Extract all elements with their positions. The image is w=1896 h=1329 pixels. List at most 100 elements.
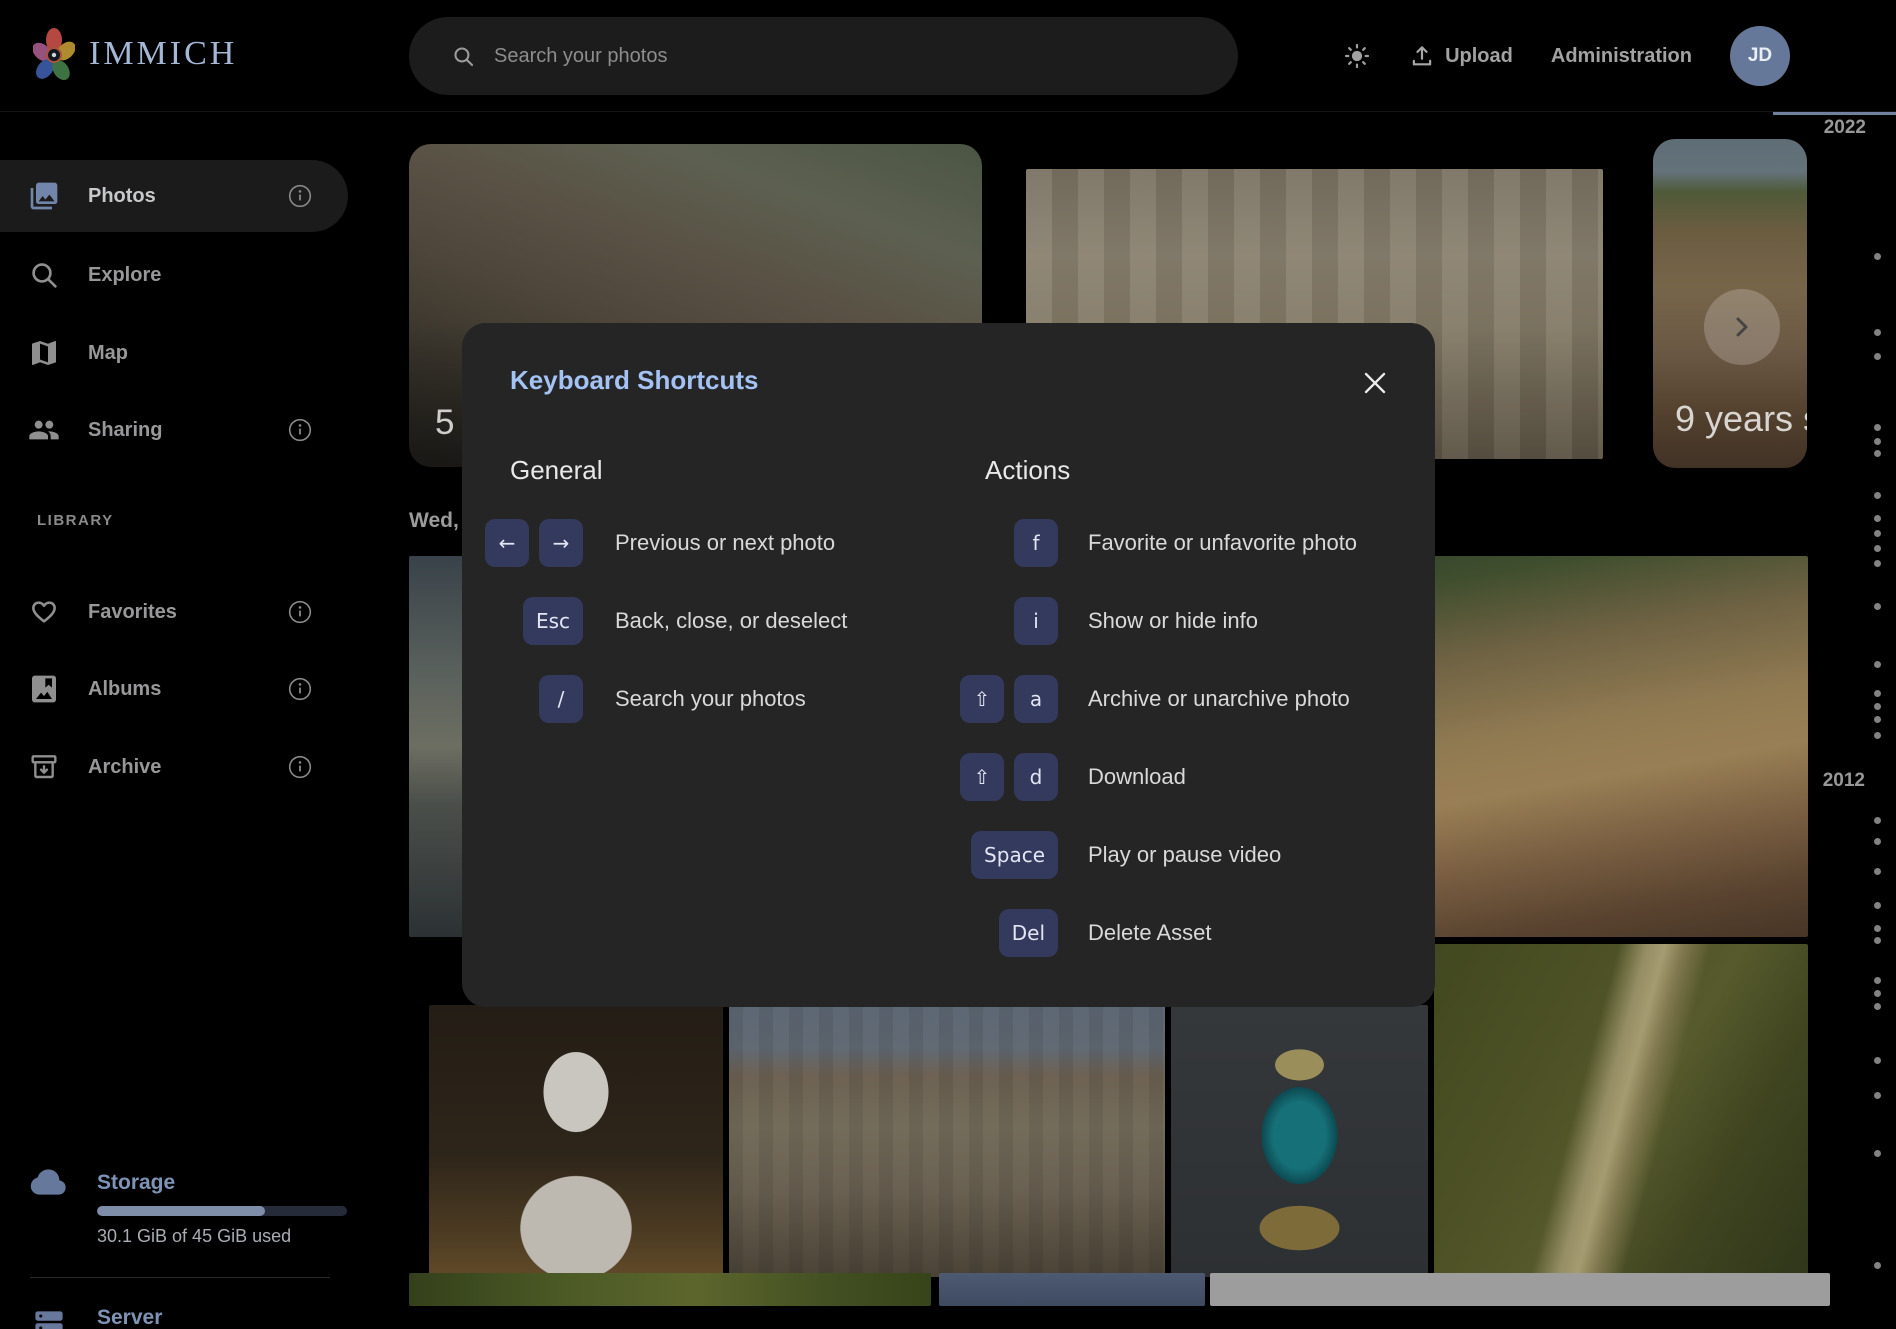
shortcuts-heading-actions: Actions <box>985 455 1070 486</box>
map-icon <box>28 337 60 369</box>
sidebar-item-label: Photos <box>88 185 156 208</box>
shortcut-description: Previous or next photo <box>615 530 835 556</box>
sidebar-item-map[interactable]: Map <box>0 317 348 389</box>
photo-thumbnail-ruins[interactable] <box>729 1005 1165 1277</box>
album-icon <box>28 673 60 705</box>
modal-title: Keyboard Shortcuts <box>510 365 759 396</box>
keyboard-shortcuts-modal: Keyboard Shortcuts General Actions ← → P… <box>462 323 1435 1007</box>
key-shift: ⇧ <box>960 675 1004 723</box>
photo-thumbnail-grass[interactable] <box>409 1273 931 1306</box>
photos-icon <box>28 180 60 212</box>
photo-thumbnail-sky[interactable] <box>939 1273 1205 1306</box>
timeline-year-2022: 2022 <box>1824 117 1866 139</box>
shortcut-description: Search your photos <box>615 686 806 712</box>
shortcut-row: f Favorite or unfavorite photo <box>842 519 1422 567</box>
sidebar-item-label: Explore <box>88 264 161 287</box>
upload-icon <box>1409 43 1435 69</box>
server-icon <box>31 1305 67 1329</box>
info-icon[interactable] <box>286 675 314 703</box>
shortcut-description: Back, close, or deselect <box>615 608 847 634</box>
administration-label: Administration <box>1551 45 1692 68</box>
storage-usage-text: 30.1 GiB of 45 GiB used <box>97 1226 291 1247</box>
shortcut-row: i Show or hide info <box>842 597 1422 645</box>
library-section-label: LIBRARY <box>37 512 114 529</box>
shortcut-row: ⇧ a Archive or unarchive photo <box>842 675 1422 723</box>
sidebar-item-label: Archive <box>88 756 161 779</box>
shortcut-row: ⇧ d Download <box>842 753 1422 801</box>
key-left-arrow: ← <box>485 519 529 567</box>
sidebar-item-explore[interactable]: Explore <box>0 239 348 311</box>
close-icon <box>1362 370 1388 396</box>
brand-name: IMMICH <box>89 35 237 73</box>
sidebar-item-favorites[interactable]: Favorites <box>0 576 348 648</box>
shortcut-description: Download <box>1088 764 1186 790</box>
date-group-header: Wed, <box>409 509 459 533</box>
photo-thumbnail-bust[interactable] <box>429 1005 723 1277</box>
info-icon[interactable] <box>286 182 314 210</box>
timeline-year-2012: 2012 <box>1823 770 1865 792</box>
info-icon[interactable] <box>286 416 314 444</box>
brand-logo[interactable]: IMMICH <box>33 26 237 82</box>
key-del: Del <box>999 909 1058 957</box>
immich-app: 5 y 9 years si Wed, 2022 2012 <box>0 0 1896 1329</box>
user-avatar[interactable]: JD <box>1730 26 1790 86</box>
archive-icon <box>28 751 60 783</box>
sidebar-item-archive[interactable]: Archive <box>0 731 348 803</box>
shortcuts-column-actions: f Favorite or unfavorite photo i Show or… <box>842 519 1422 987</box>
key-right-arrow: → <box>539 519 583 567</box>
sidebar-item-label: Map <box>88 342 128 365</box>
upload-button[interactable]: Upload <box>1409 43 1513 69</box>
heart-icon <box>28 596 60 628</box>
theme-toggle-button[interactable] <box>1343 42 1371 70</box>
photo-thumbnail-porcelain[interactable] <box>1171 1005 1428 1277</box>
modal-close-button[interactable] <box>1357 365 1393 401</box>
top-bar: IMMICH Search your photos <box>0 0 1896 112</box>
key-space: Space <box>971 831 1058 879</box>
scrubber-position-line <box>1773 112 1896 115</box>
key-i: i <box>1014 597 1058 645</box>
search-input[interactable]: Search your photos <box>409 17 1238 95</box>
shortcut-description: Delete Asset <box>1088 920 1212 946</box>
immich-flower-icon <box>33 26 75 82</box>
server-title: Server <box>97 1306 162 1329</box>
upload-label: Upload <box>1445 45 1513 68</box>
explore-search-icon <box>28 259 60 291</box>
sidebar-item-label: Albums <box>88 678 161 701</box>
administration-link[interactable]: Administration <box>1551 45 1692 68</box>
search-placeholder: Search your photos <box>494 45 667 68</box>
sidebar-item-label: Favorites <box>88 601 177 624</box>
sidebar: Photos Explore Map Sharing <box>0 112 348 1329</box>
key-f: f <box>1014 519 1058 567</box>
sidebar-item-albums[interactable]: Albums <box>0 653 348 725</box>
shortcut-description: Play or pause video <box>1088 842 1281 868</box>
sidebar-item-photos[interactable]: Photos <box>0 160 348 232</box>
key-d: d <box>1014 753 1058 801</box>
chevron-right-icon <box>1727 312 1757 342</box>
info-icon[interactable] <box>286 598 314 626</box>
sidebar-divider <box>30 1277 330 1278</box>
people-icon <box>28 414 60 446</box>
shortcut-description: Show or hide info <box>1088 608 1258 634</box>
storage-progress-bar <box>97 1206 347 1216</box>
storage-progress-fill <box>97 1206 265 1216</box>
key-esc: Esc <box>523 597 583 645</box>
photo-thumbnail-gray[interactable] <box>1210 1273 1830 1306</box>
sidebar-item-sharing[interactable]: Sharing <box>0 394 348 466</box>
timeline-scrubber[interactable]: 2022 2012 <box>1806 112 1896 1329</box>
info-icon[interactable] <box>286 753 314 781</box>
shortcut-row: Del Delete Asset <box>842 909 1422 957</box>
memory-card-right[interactable]: 9 years si <box>1653 139 1807 468</box>
key-a: a <box>1014 675 1058 723</box>
key-slash: / <box>539 675 583 723</box>
memory-next-button[interactable] <box>1704 289 1780 365</box>
shortcut-description: Favorite or unfavorite photo <box>1088 530 1357 556</box>
shortcut-row: Space Play or pause video <box>842 831 1422 879</box>
shortcut-description: Archive or unarchive photo <box>1088 686 1350 712</box>
search-icon <box>451 44 476 69</box>
cloud-icon <box>30 1168 68 1196</box>
key-shift: ⇧ <box>960 753 1004 801</box>
memory-caption: 9 years si <box>1675 398 1807 440</box>
sidebar-item-label: Sharing <box>88 419 162 442</box>
storage-title: Storage <box>97 1171 175 1195</box>
photo-thumbnail-lizard[interactable] <box>1434 944 1808 1277</box>
